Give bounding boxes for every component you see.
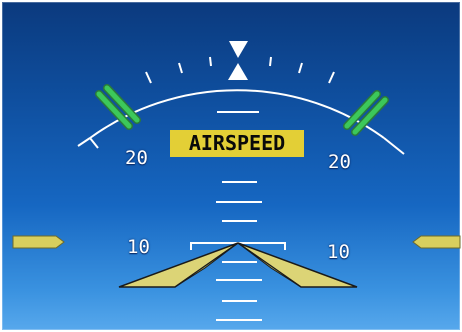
pitch-label-upper-right: 20 — [328, 151, 351, 173]
roll-scale-end-left — [77, 137, 91, 147]
pitch-bracket-10 — [190, 242, 286, 250]
roll-scale-end-right — [383, 137, 405, 155]
roll-scale-end-left-tick — [89, 137, 99, 149]
roll-tick — [328, 71, 335, 84]
horizon-reference-right-icon — [412, 235, 461, 249]
roll-tick — [178, 62, 183, 74]
primary-flight-display: AIRSPEED 20 20 10 10 — [0, 0, 462, 332]
roll-tick — [298, 62, 303, 74]
attitude-overlay — [12, 41, 461, 321]
airspeed-alert-box: AIRSPEED — [170, 130, 304, 157]
roll-tick — [145, 71, 152, 84]
roll-tick — [209, 56, 212, 67]
horizon-reference-left-icon — [12, 235, 65, 249]
pitch-label-upper-left: 20 — [125, 147, 148, 169]
pitch-label-lower-right: 10 — [327, 241, 350, 263]
roll-tick — [269, 56, 272, 67]
pitch-label-lower-left: 10 — [127, 236, 150, 258]
airspeed-alert-text: AIRSPEED — [188, 131, 286, 155]
roll-index-triangle-icon — [229, 41, 248, 58]
roll-pointer-triangle-icon — [228, 63, 248, 80]
